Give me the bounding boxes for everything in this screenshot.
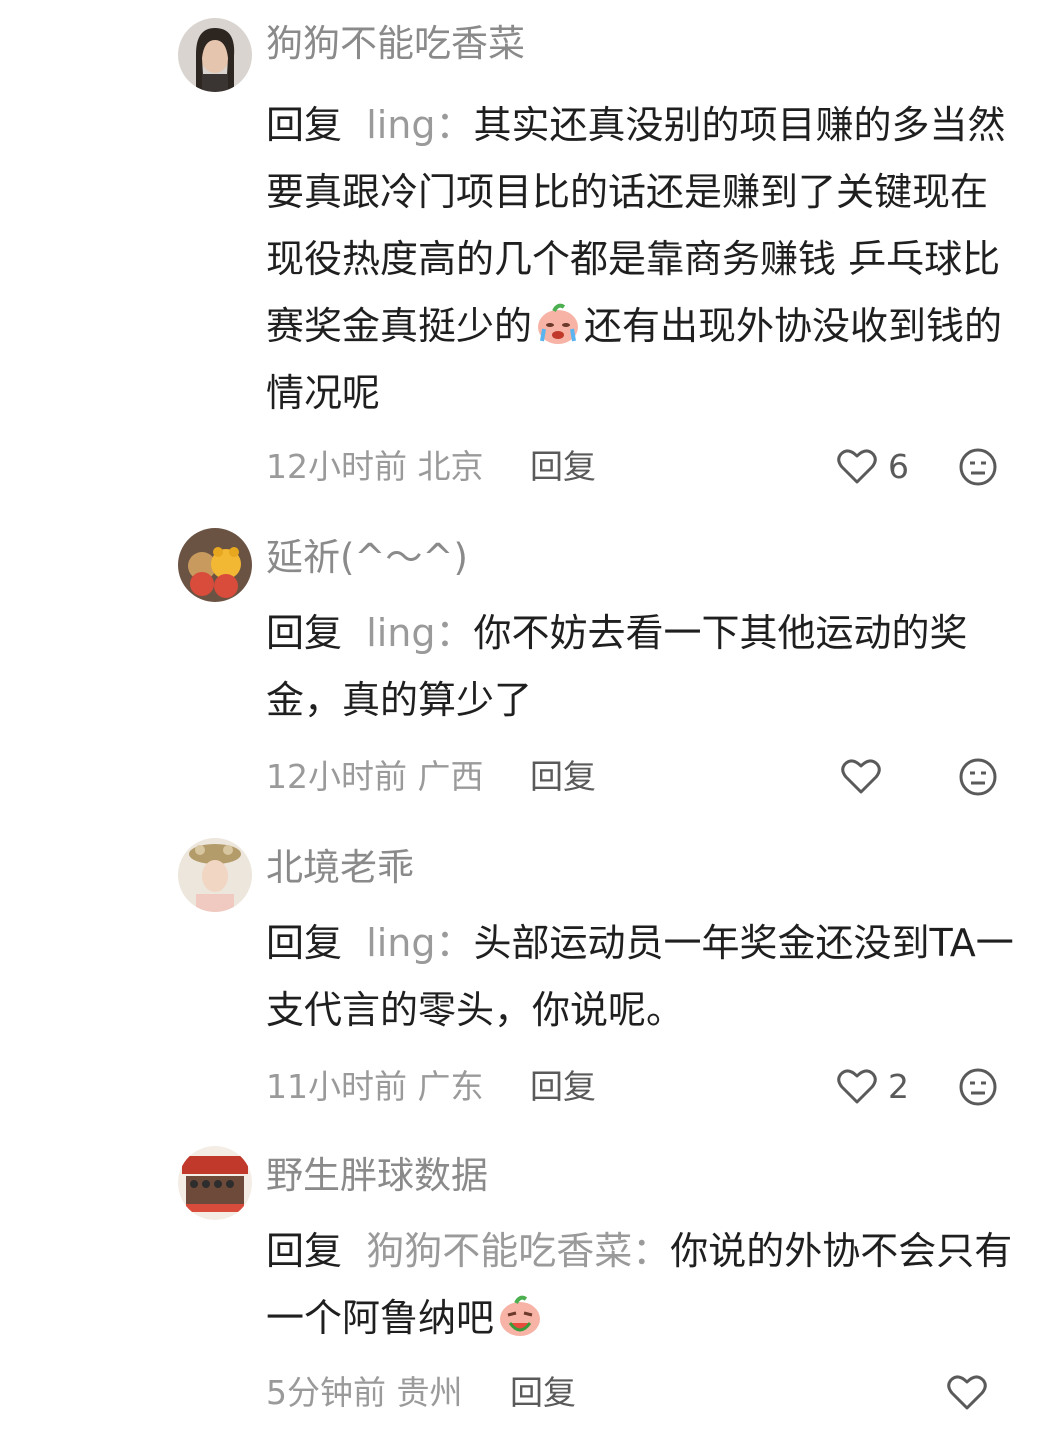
comment-text: 回复 ling：其实还真没别的项目赚的多当然要真跟冷门项目比的话还是赚到了关键现… — [266, 92, 1018, 427]
comment-meta: 12小时前 北京 回复 6 — [266, 442, 1026, 492]
eating-watermelon-emoji — [500, 1295, 541, 1336]
comment-text: 回复 狗狗不能吃香菜：你说的外协不会只有一个阿鲁纳吧 — [266, 1218, 1018, 1352]
heart-outline-icon[interactable] — [946, 1372, 988, 1412]
reply-prefix: 回复 — [266, 611, 343, 655]
username[interactable]: 延祈(^～^) — [266, 534, 468, 582]
comment-text: 回复 ling：头部运动员一年奖金还没到TA一支代言的零头，你说呢。 — [266, 910, 1018, 1044]
like-count: 2 — [888, 1067, 909, 1106]
reply-prefix: 回复 — [266, 103, 343, 147]
avatar[interactable] — [178, 18, 252, 92]
avatar[interactable] — [178, 1146, 252, 1220]
comment-meta: 12小时前 广西 回复 — [266, 752, 1026, 802]
heart-outline-icon[interactable] — [836, 446, 878, 486]
heart-outline-icon[interactable] — [836, 1066, 878, 1106]
reply-button[interactable]: 回复 — [530, 1062, 596, 1112]
reply-prefix: 回复 — [266, 921, 343, 965]
neutral-face-icon[interactable] — [958, 447, 998, 487]
avatar[interactable] — [178, 838, 252, 912]
comment-item: 延祈(^～^) 回复 ling：你不妨去看一下其他运动的奖金，真的算少了 12小… — [0, 528, 1056, 818]
time-location: 5分钟前 贵州 — [266, 1373, 463, 1412]
comment-meta: 11小时前 广东 回复 2 — [266, 1062, 1026, 1112]
comment-item: 野生胖球数据 回复 狗狗不能吃香菜：你说的外协不会只有一个阿鲁纳吧 5分钟前 贵… — [0, 1146, 1056, 1436]
time-location: 12小时前 广西 — [266, 757, 484, 796]
comment-item: 北境老乖 回复 ling：头部运动员一年奖金还没到TA一支代言的零头，你说呢。 … — [0, 838, 1056, 1128]
username[interactable]: 野生胖球数据 — [266, 1152, 488, 1200]
reply-button[interactable]: 回复 — [510, 1368, 576, 1418]
username[interactable]: 北境老乖 — [266, 844, 414, 892]
comment-item: 狗狗不能吃香菜 回复 ling：其实还真没别的项目赚的多当然要真跟冷门项目比的话… — [0, 14, 1056, 504]
crying-face-emoji — [538, 303, 579, 344]
neutral-face-icon[interactable] — [958, 757, 998, 797]
reply-button[interactable]: 回复 — [530, 752, 596, 802]
comment-meta: 5分钟前 贵州 回复 — [266, 1368, 1026, 1418]
mention-link[interactable]: ling： — [366, 921, 473, 965]
mention-link[interactable]: ling： — [366, 611, 473, 655]
neutral-face-icon[interactable] — [958, 1067, 998, 1107]
mention-link[interactable]: ling： — [366, 103, 473, 147]
reply-prefix: 回复 — [266, 1229, 343, 1273]
time-location: 12小时前 北京 — [266, 447, 484, 486]
time-location: 11小时前 广东 — [266, 1067, 484, 1106]
comment-text: 回复 ling：你不妨去看一下其他运动的奖金，真的算少了 — [266, 600, 1018, 734]
like-count: 6 — [888, 447, 909, 486]
heart-outline-icon[interactable] — [840, 756, 882, 796]
reply-button[interactable]: 回复 — [530, 442, 596, 492]
username[interactable]: 狗狗不能吃香菜 — [266, 20, 525, 68]
avatar[interactable] — [178, 528, 252, 602]
mention-link[interactable]: 狗狗不能吃香菜： — [366, 1229, 670, 1273]
